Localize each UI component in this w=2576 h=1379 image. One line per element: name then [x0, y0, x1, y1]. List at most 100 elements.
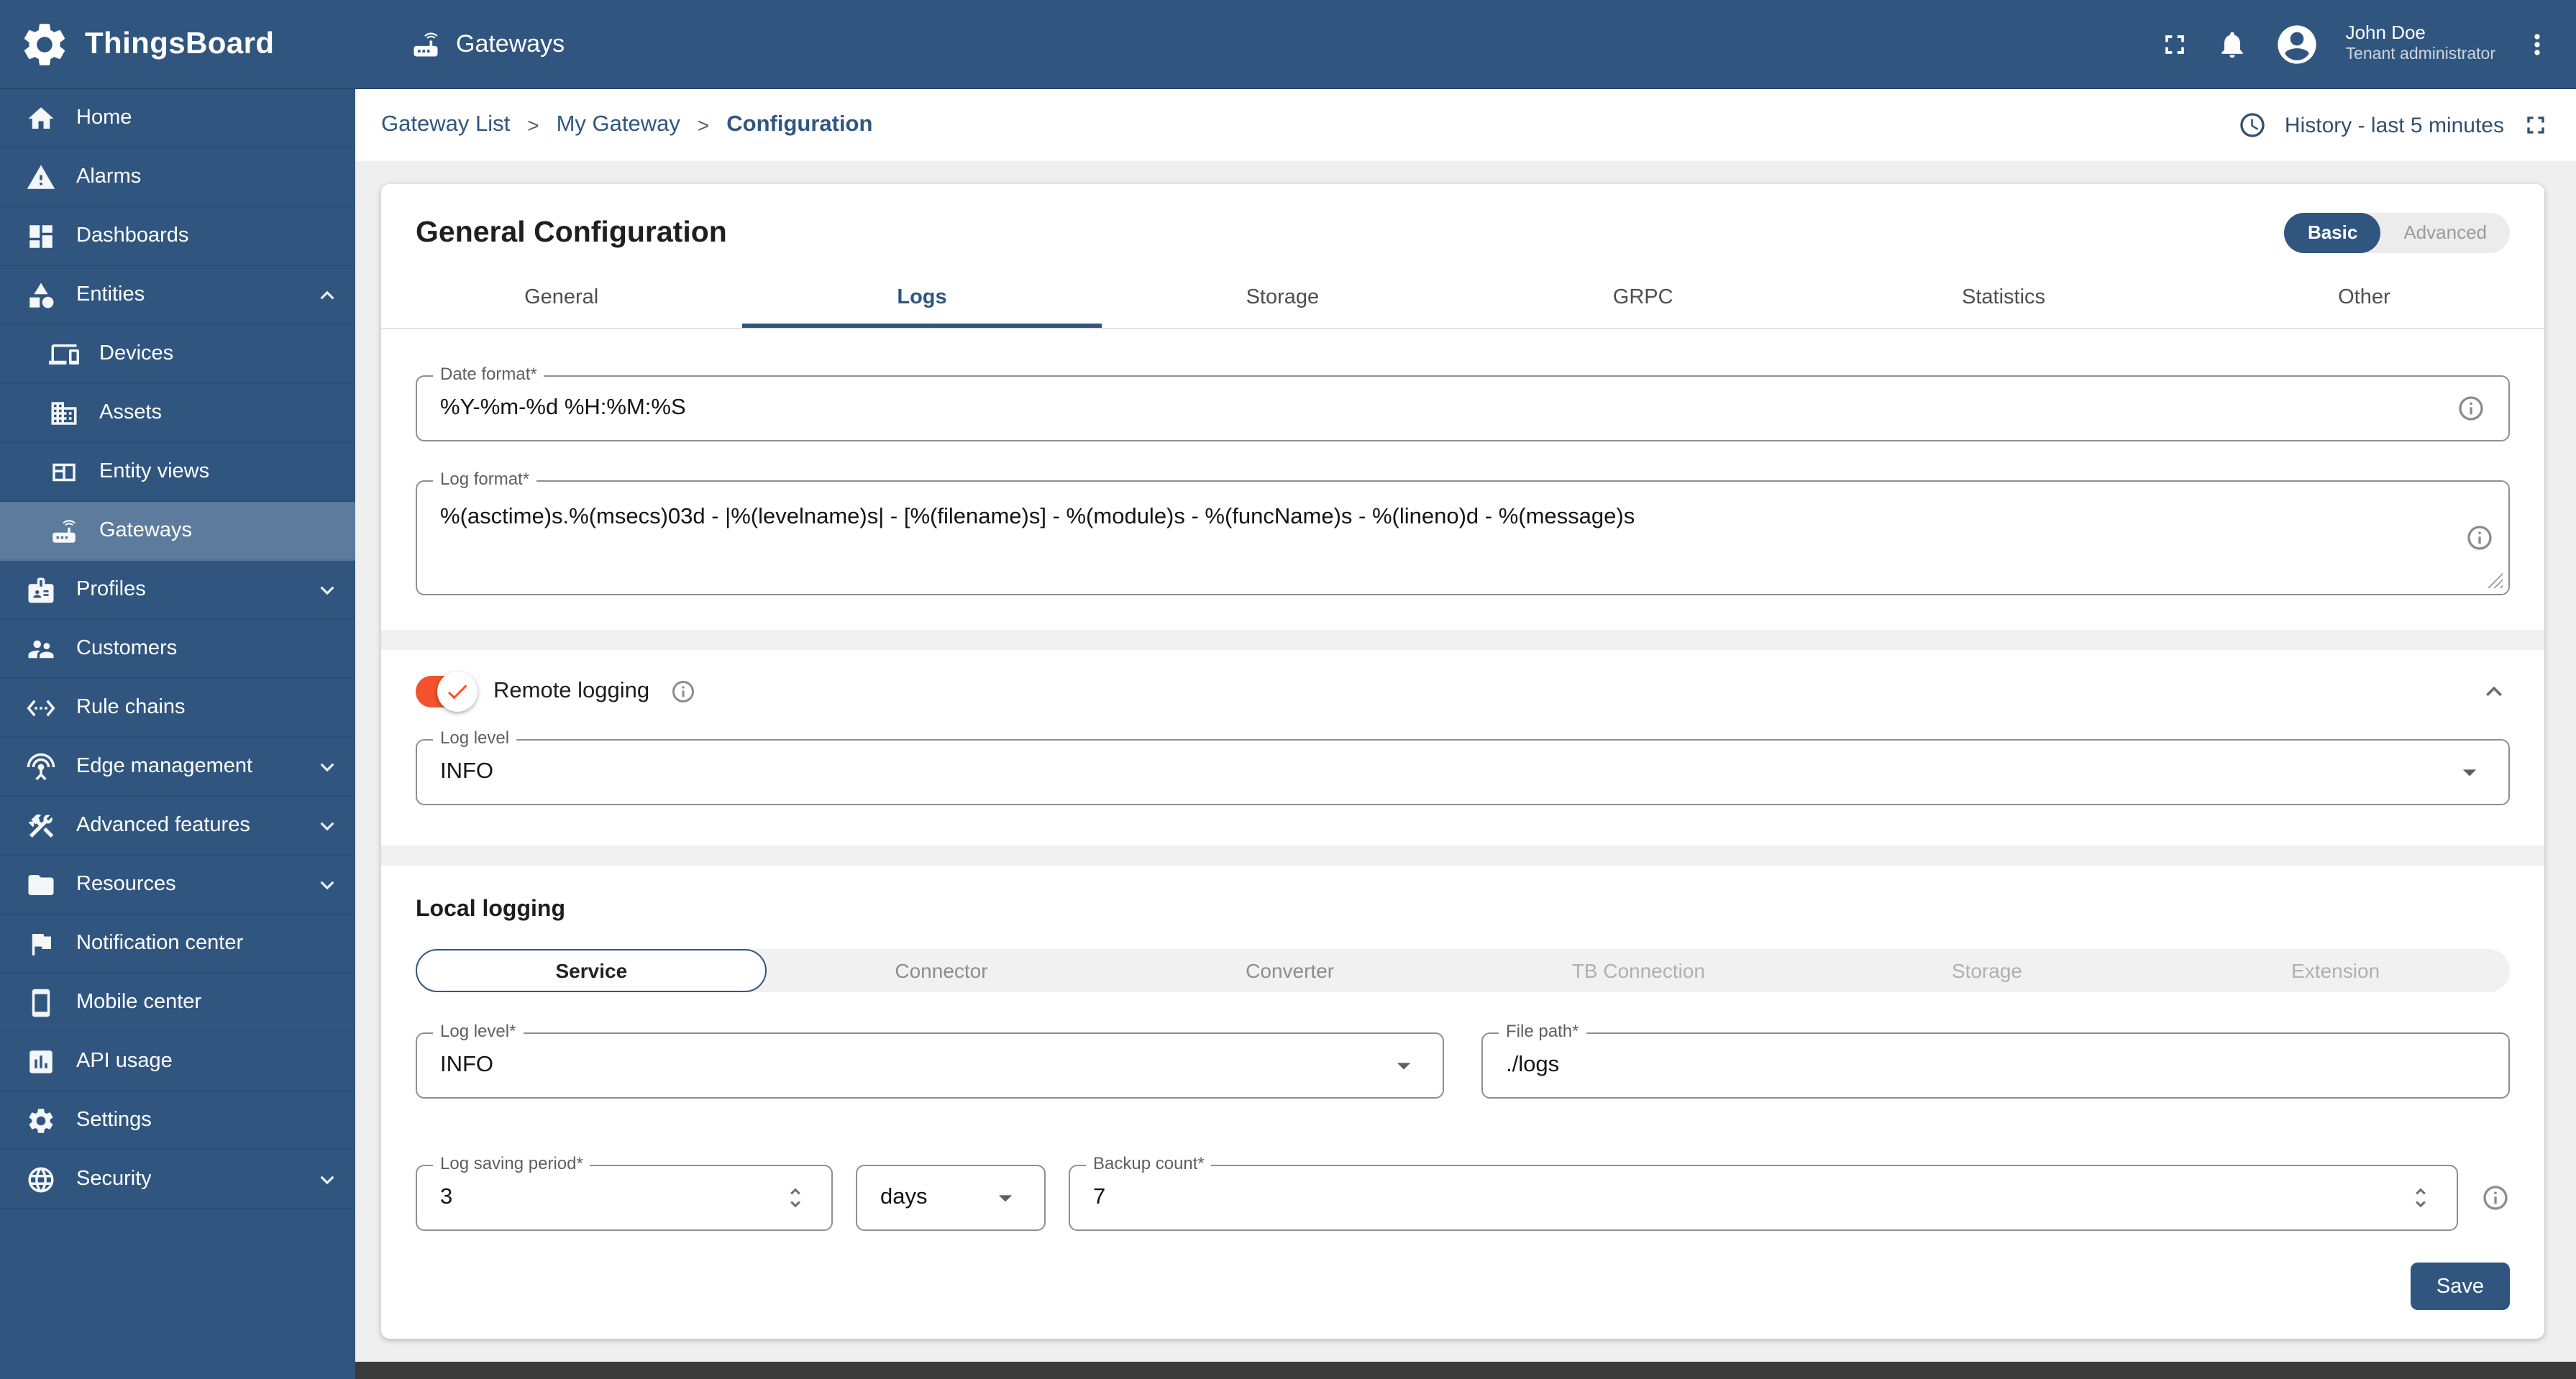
sidebar-item-devices[interactable]: Devices	[0, 325, 355, 384]
file-path-value: ./logs	[1506, 1053, 1560, 1077]
chevron-down-icon	[314, 753, 341, 780]
avatar[interactable]	[2274, 21, 2320, 67]
section-divider	[381, 630, 2544, 650]
segment-connector[interactable]: Connector	[767, 949, 1116, 992]
local-log-level-select[interactable]: Log level* INFO	[416, 1021, 1444, 1099]
number-stepper-icon[interactable]	[2408, 1185, 2434, 1211]
category-icon	[26, 280, 56, 310]
rule-chains-icon	[26, 692, 56, 723]
info-icon[interactable]	[2465, 523, 2494, 552]
log-saving-period-label: Log saving period*	[433, 1153, 590, 1173]
api-usage-icon	[26, 1046, 56, 1076]
sidebar-item-notification-center[interactable]: Notification center	[0, 915, 355, 973]
sidebar-item-entity-views[interactable]: Entity views	[0, 443, 355, 502]
sidebar-item-security[interactable]: Security	[0, 1150, 355, 1209]
sidebar-item-label: Gateways	[99, 519, 192, 542]
fullscreen-icon[interactable]	[2521, 111, 2550, 139]
breadcrumb-separator: >	[527, 114, 539, 137]
file-path-label: File path*	[1499, 1021, 1586, 1041]
sidebar-item-rule-chains[interactable]: Rule chains	[0, 679, 355, 738]
tab-storage[interactable]: Storage	[1102, 267, 1463, 328]
collapse-section-icon[interactable]	[2478, 676, 2510, 707]
tab-general[interactable]: General	[381, 267, 741, 328]
mode-basic[interactable]: Basic	[2284, 213, 2381, 253]
sidebar-item-label: Customers	[76, 637, 178, 660]
segment-service[interactable]: Service	[416, 949, 767, 992]
sidebar-item-entities[interactable]: Entities	[0, 266, 355, 325]
segment-storage[interactable]: Storage	[1813, 949, 2162, 992]
sidebar-item-customers[interactable]: Customers	[0, 620, 355, 679]
breadcrumb-separator: >	[697, 114, 710, 137]
segment-extension[interactable]: Extension	[2161, 949, 2510, 992]
sidebar: Home Alarms Dashboards Entities Devices	[0, 89, 355, 1379]
log-saving-period-value: 3	[440, 1185, 453, 1209]
breadcrumb-my-gateway[interactable]: My Gateway	[557, 112, 680, 138]
sidebar-item-dashboards[interactable]: Dashboards	[0, 207, 355, 266]
local-log-level-value: INFO	[440, 1053, 494, 1077]
file-path-input[interactable]: File path* ./logs	[1481, 1021, 2510, 1099]
breadcrumb-bar: Gateway List > My Gateway > Configuratio…	[355, 89, 2576, 161]
notifications-bell-icon[interactable]	[2216, 28, 2248, 60]
more-vert-icon[interactable]	[2521, 28, 2553, 60]
sidebar-item-api-usage[interactable]: API usage	[0, 1032, 355, 1091]
mode-advanced[interactable]: Advanced	[2380, 213, 2510, 253]
customers-icon	[26, 633, 56, 664]
backup-count-value: 7	[1093, 1185, 1106, 1209]
gateway-icon	[49, 516, 79, 546]
remote-logging-toggle[interactable]	[416, 672, 478, 712]
sidebar-item-label: Settings	[76, 1109, 152, 1132]
fullscreen-icon[interactable]	[2159, 28, 2191, 60]
log-format-input[interactable]: Log format* %(asctime)s.%(msecs)03d - |%…	[416, 469, 2510, 595]
tab-logs[interactable]: Logs	[741, 267, 1102, 328]
sidebar-item-label: Entities	[76, 283, 145, 306]
sidebar-item-home[interactable]: Home	[0, 89, 355, 148]
date-format-input[interactable]: Date format* %Y-%m-%d %H:%M:%S	[416, 364, 2510, 441]
tab-statistics[interactable]: Statistics	[1823, 267, 2183, 328]
thingsboard-logo	[19, 18, 70, 70]
sidebar-item-gateways[interactable]: Gateways	[0, 502, 355, 561]
segment-tb-connection[interactable]: TB Connection	[1464, 949, 1813, 992]
info-icon[interactable]	[2457, 394, 2485, 423]
dashboards-icon	[26, 221, 56, 251]
mobile-center-icon	[26, 987, 56, 1017]
chevron-down-icon	[314, 1165, 341, 1193]
sidebar-item-settings[interactable]: Settings	[0, 1091, 355, 1150]
edge-management-icon	[26, 751, 56, 782]
sidebar-item-edge-management[interactable]: Edge management	[0, 738, 355, 797]
profiles-icon	[26, 574, 56, 605]
chevron-down-icon	[314, 871, 341, 898]
period-unit-select[interactable]: days	[856, 1165, 1046, 1231]
dropdown-arrow-icon[interactable]	[1388, 1050, 1420, 1081]
sidebar-item-mobile-center[interactable]: Mobile center	[0, 973, 355, 1032]
resize-handle[interactable]	[2487, 572, 2503, 588]
tab-grpc[interactable]: GRPC	[1463, 267, 1823, 328]
number-stepper-icon[interactable]	[782, 1185, 808, 1211]
sidebar-item-profiles[interactable]: Profiles	[0, 561, 355, 620]
topbar-actions: John Doe Tenant administrator	[2159, 21, 2576, 67]
sidebar-item-label: Profiles	[76, 578, 146, 601]
info-icon[interactable]	[2481, 1183, 2510, 1212]
sidebar-item-label: Dashboards	[76, 224, 189, 247]
clock-icon	[2239, 111, 2267, 139]
history-range-label[interactable]: History - last 5 minutes	[2285, 113, 2504, 137]
sidebar-item-assets[interactable]: Assets	[0, 384, 355, 443]
backup-count-input[interactable]: Backup count* 7	[1069, 1153, 2458, 1231]
toggle-thumb	[437, 672, 478, 712]
user-role: Tenant administrator	[2345, 46, 2495, 64]
tab-other[interactable]: Other	[2184, 267, 2544, 328]
main-column: Gateway List > My Gateway > Configuratio…	[355, 89, 2576, 1379]
sidebar-item-alarms[interactable]: Alarms	[0, 148, 355, 207]
sidebar-item-advanced-features[interactable]: Advanced features	[0, 797, 355, 856]
log-saving-period-input[interactable]: Log saving period* 3	[416, 1153, 833, 1231]
save-button[interactable]: Save	[2410, 1263, 2510, 1310]
card-header: General Configuration Basic Advanced	[381, 184, 2544, 267]
sidebar-item-resources[interactable]: Resources	[0, 856, 355, 915]
remote-log-level-select[interactable]: Log level INFO	[416, 728, 2510, 805]
user-menu[interactable]: John Doe Tenant administrator	[2346, 21, 2495, 67]
segment-converter[interactable]: Converter	[1115, 949, 1464, 992]
info-icon[interactable]	[670, 679, 695, 705]
dropdown-arrow-icon[interactable]	[990, 1182, 1021, 1214]
breadcrumb-gateway-list[interactable]: Gateway List	[381, 112, 510, 138]
dropdown-arrow-icon[interactable]	[2454, 756, 2485, 788]
config-tabs: General Logs Storage GRPC Statistics Oth…	[381, 267, 2544, 329]
